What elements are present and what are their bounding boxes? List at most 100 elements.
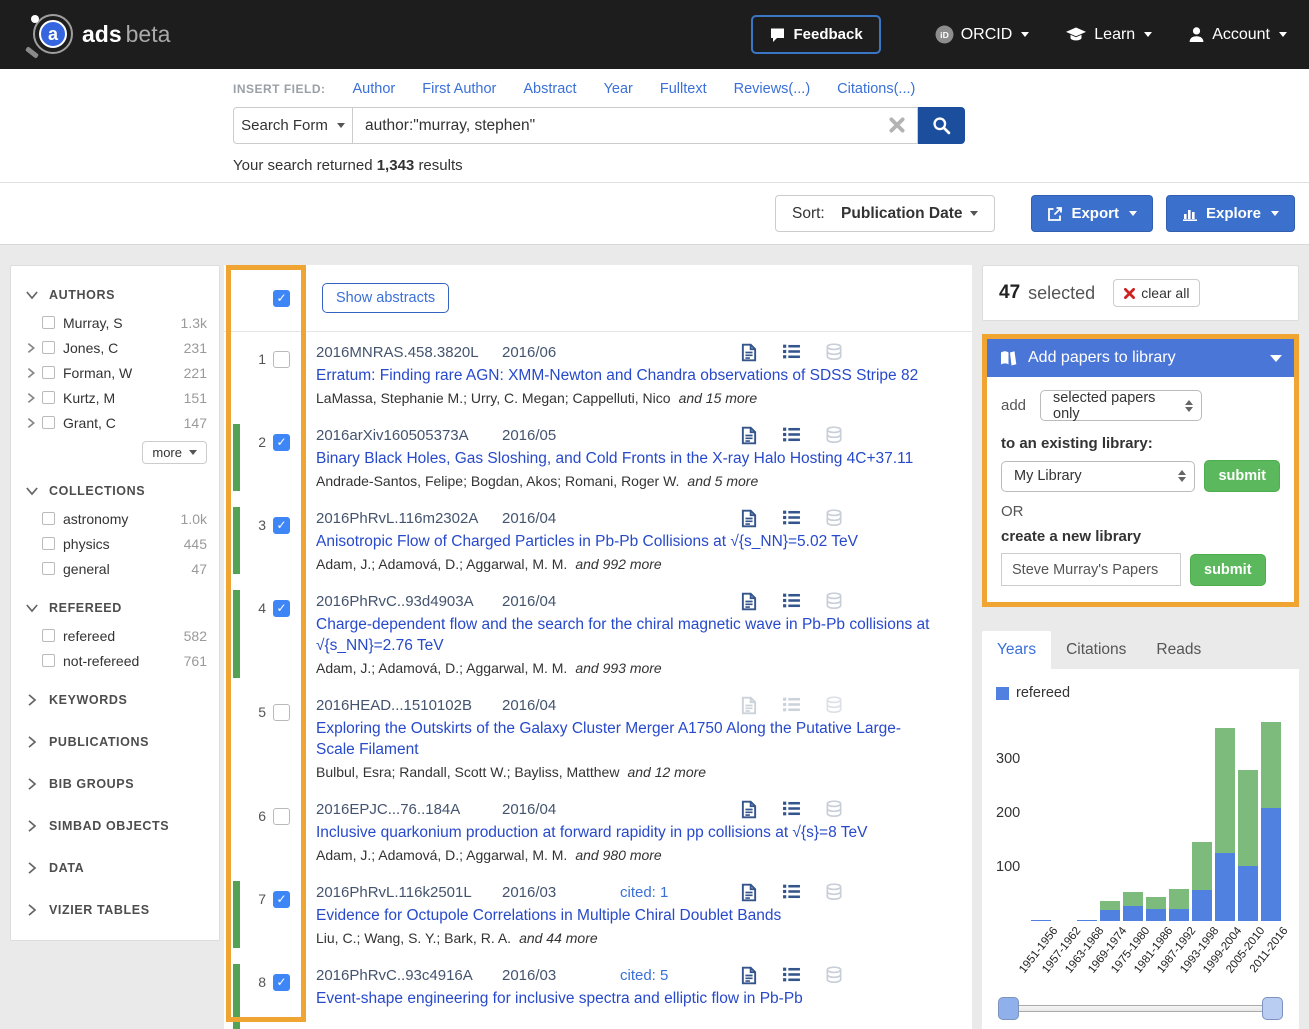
facet-checkbox[interactable] [42,562,55,575]
learn-menu[interactable]: Learn [1065,26,1152,44]
add-to-library-header[interactable]: Add papers to library [987,339,1294,377]
facet-item-label[interactable]: Kurtz, M [63,390,115,406]
submit-existing-button[interactable]: submit [1204,460,1280,492]
facet-checkbox[interactable] [42,654,55,667]
data-products-icon[interactable] [825,592,843,610]
facet-checkbox[interactable] [42,629,55,642]
search-form-dropdown[interactable]: Search Form [233,107,353,144]
sort-dropdown[interactable]: Sort: Publication Date [775,195,995,232]
fulltext-icon[interactable] [740,592,758,611]
fulltext-icon[interactable] [740,800,758,819]
facet-checkbox[interactable] [42,391,55,404]
facet-section-header[interactable]: SIMBAD OBJECTS [25,819,207,833]
facet-section-header[interactable]: COLLECTIONS [25,484,207,498]
result-checkbox[interactable] [273,808,290,825]
select-all-checkbox[interactable] [273,290,290,307]
facet-item-label[interactable]: refereed [63,628,115,644]
citations-list-icon[interactable] [782,800,801,817]
insert-field-link[interactable]: First Author [422,81,496,97]
fulltext-icon[interactable] [740,343,758,362]
facet-item-label[interactable]: astronomy [63,511,128,527]
search-submit-button[interactable] [918,107,965,144]
result-title-link[interactable]: Anisotropic Flow of Charged Particles in… [316,531,931,552]
slider-track[interactable] [998,1005,1283,1012]
facet-more-button[interactable]: more [142,441,207,464]
facet-expand-icon[interactable] [25,341,38,355]
ads-logo[interactable]: a [22,8,76,62]
facet-section-header[interactable]: AUTHORS [25,288,207,302]
facet-item-label[interactable]: Murray, S [63,315,123,331]
facet-section-header[interactable]: REFEREED [25,601,207,615]
citations-list-icon[interactable] [782,509,801,526]
facet-item-label[interactable]: physics [63,536,110,552]
clear-all-button[interactable]: clear all [1113,279,1200,307]
result-checkbox[interactable] [273,704,290,721]
data-products-icon[interactable] [825,343,843,361]
data-products-icon[interactable] [825,509,843,527]
search-input[interactable] [353,107,918,144]
facet-expand-icon[interactable] [25,366,38,380]
account-menu[interactable]: Account [1188,26,1287,44]
insert-field-link[interactable]: Reviews(...) [734,81,811,97]
data-products-icon[interactable] [825,883,843,901]
existing-library-select[interactable]: My Library [1001,461,1195,492]
insert-field-link[interactable]: Fulltext [660,81,707,97]
facet-checkbox[interactable] [42,416,55,429]
slider-right-handle[interactable] [1262,997,1283,1020]
tab-reads[interactable]: Reads [1141,631,1216,669]
data-products-icon[interactable] [825,696,843,714]
fulltext-icon[interactable] [740,426,758,445]
facet-expand-icon[interactable] [25,416,38,430]
result-checkbox[interactable] [273,891,290,908]
result-title-link[interactable]: Binary Black Holes, Gas Sloshing, and Co… [316,448,931,469]
citations-list-icon[interactable] [782,343,801,360]
tab-years[interactable]: Years [982,631,1051,669]
citations-list-icon[interactable] [782,966,801,983]
feedback-button[interactable]: Feedback [751,15,881,54]
slider-left-handle[interactable] [998,997,1019,1020]
result-cited-link[interactable]: cited: 1 [620,884,740,901]
result-title-link[interactable]: Inclusive quarkonium production at forwa… [316,822,931,843]
facet-checkbox[interactable] [42,512,55,525]
fulltext-icon[interactable] [740,883,758,902]
submit-new-library-button[interactable]: submit [1190,554,1266,586]
facet-section-header[interactable]: VIZIER TABLES [25,903,207,917]
insert-field-link[interactable]: Year [604,81,633,97]
insert-field-link[interactable]: Author [353,81,396,97]
citations-list-icon[interactable] [782,426,801,443]
facet-checkbox[interactable] [42,316,55,329]
facet-item-label[interactable]: Grant, C [63,415,116,431]
result-checkbox[interactable] [273,600,290,617]
export-button[interactable]: Export [1031,195,1153,232]
add-scope-select[interactable]: selected papers only [1040,390,1202,421]
facet-item-label[interactable]: Jones, C [63,340,118,356]
facet-section-header[interactable]: BIB GROUPS [25,777,207,791]
facet-section-header[interactable]: PUBLICATIONS [25,735,207,749]
citations-list-icon[interactable] [782,883,801,900]
fulltext-icon[interactable] [740,966,758,985]
facet-item-label[interactable]: not-refereed [63,653,139,669]
facet-checkbox[interactable] [42,366,55,379]
orcid-menu[interactable]: iD ORCID [935,25,1030,44]
result-title-link[interactable]: Charge-dependent flow and the search for… [316,614,931,656]
tab-citations[interactable]: Citations [1051,631,1141,669]
result-checkbox[interactable] [273,517,290,534]
fulltext-icon[interactable] [740,509,758,528]
result-checkbox[interactable] [273,351,290,368]
facet-checkbox[interactable] [42,537,55,550]
data-products-icon[interactable] [825,966,843,984]
result-checkbox[interactable] [273,434,290,451]
clear-search-icon[interactable] [888,116,906,134]
result-title-link[interactable]: Event-shape engineering for inclusive sp… [316,988,931,1009]
result-checkbox[interactable] [273,974,290,991]
result-cited-link[interactable]: cited: 5 [620,967,740,984]
fulltext-icon[interactable] [740,696,758,715]
explore-button[interactable]: Explore [1166,195,1295,232]
facet-expand-icon[interactable] [25,391,38,405]
new-library-input[interactable] [1001,553,1181,586]
facet-item-label[interactable]: Forman, W [63,365,132,381]
result-title-link[interactable]: Exploring the Outskirts of the Galaxy Cl… [316,718,931,760]
citations-list-icon[interactable] [782,696,801,713]
result-title-link[interactable]: Erratum: Finding rare AGN: XMM-Newton an… [316,365,931,386]
facet-item-label[interactable]: general [63,561,110,577]
